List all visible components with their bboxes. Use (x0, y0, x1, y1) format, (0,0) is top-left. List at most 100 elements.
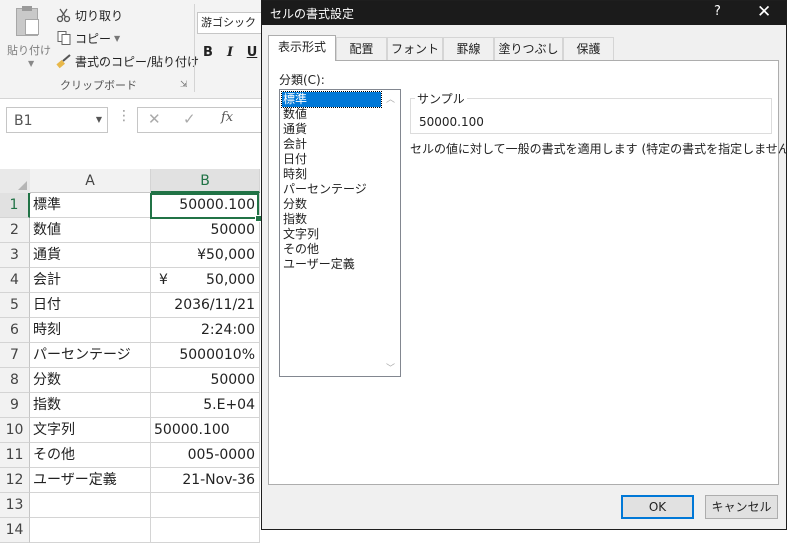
category-list[interactable]: 標準 数値 通貨 会計 日付 時刻 パーセンテージ 分数 指数 文字列 その他 ユーザー定義 ︿ ﹀ (279, 89, 401, 377)
cell-a[interactable]: 指数 (30, 393, 151, 418)
cancel-entry-icon[interactable]: ✕ (148, 110, 161, 128)
category-label: 分類(C): (279, 73, 325, 87)
chevron-down-icon[interactable]: ▼ (114, 34, 120, 43)
name-box[interactable]: B1 ▼ (6, 107, 108, 133)
cell-b[interactable] (151, 518, 260, 543)
tab-fill[interactable]: 塗りつぶし (494, 37, 563, 60)
insert-function-button[interactable]: fx (221, 110, 233, 125)
cell-a[interactable]: 分数 (30, 368, 151, 393)
category-item[interactable]: ユーザー定義 (282, 257, 381, 272)
cell-b[interactable] (151, 493, 260, 518)
cell-b[interactable]: ¥50,000 (151, 268, 260, 293)
cell-a[interactable]: 会計 (30, 268, 151, 293)
column-header-a[interactable]: A (30, 169, 151, 193)
scroll-down-icon[interactable]: ﹀ (386, 361, 395, 374)
cell-a[interactable] (30, 493, 151, 518)
cell-a[interactable]: ユーザー定義 (30, 468, 151, 493)
copy-icon (56, 30, 72, 46)
cell-b[interactable]: 50000.100 (151, 418, 260, 443)
cancel-button[interactable]: キャンセル (705, 495, 778, 519)
category-item[interactable]: パーセンテージ (282, 182, 381, 197)
cell-b[interactable]: 50000 (151, 218, 260, 243)
cell-b[interactable]: 2036/11/21 (151, 293, 260, 318)
cell-b[interactable]: 2:24:00 (151, 318, 260, 343)
cut-button[interactable]: 切り取り (56, 5, 123, 25)
ok-button[interactable]: OK (621, 495, 694, 519)
category-item[interactable]: 会計 (282, 137, 381, 152)
chevron-down-icon[interactable]: ▼ (96, 115, 102, 124)
row-header[interactable]: 5 (0, 293, 30, 318)
cell-a[interactable]: パーセンテージ (30, 343, 151, 368)
italic-button[interactable]: I (222, 45, 238, 60)
tab-alignment[interactable]: 配置 (336, 37, 387, 60)
ribbon-divider (194, 4, 195, 92)
paste-label: 貼り付け (7, 44, 51, 57)
row-header[interactable]: 1 (0, 193, 30, 218)
help-button[interactable]: ? (714, 4, 721, 19)
chevron-down-icon[interactable]: ▼ (28, 59, 34, 68)
category-item[interactable]: 分数 (282, 197, 381, 212)
check-icon[interactable]: ✓ (183, 110, 196, 128)
format-description: セルの値に対して一般の書式を適用します (特定の書式を指定しません)。 (410, 142, 787, 156)
row-header[interactable]: 2 (0, 218, 30, 243)
category-item[interactable]: その他 (282, 242, 381, 257)
cell-a[interactable]: その他 (30, 443, 151, 468)
list-scrollbar[interactable]: ︿ ﹀ (383, 90, 400, 376)
clipboard-group-label: クリップボード (60, 79, 137, 92)
underline-button[interactable]: U (244, 45, 260, 60)
row-header[interactable]: 13 (0, 493, 30, 518)
select-all-button[interactable] (0, 169, 31, 194)
cell-a[interactable]: 標準 (30, 193, 151, 218)
clipboard-icon (16, 6, 39, 36)
row-header[interactable]: 7 (0, 343, 30, 368)
category-item[interactable]: 通貨 (282, 122, 381, 137)
tab-number[interactable]: 表示形式 (268, 35, 336, 61)
scroll-up-icon[interactable]: ︿ (386, 92, 395, 105)
category-item[interactable]: 日付 (282, 152, 381, 167)
cell-a[interactable]: 時刻 (30, 318, 151, 343)
format-cells-dialog: セルの書式設定 ? ✕ 表示形式 配置 フォント 罫線 塗りつぶし 保護 分類(… (261, 0, 787, 530)
category-item[interactable]: 数値 (282, 107, 381, 122)
category-item[interactable]: 時刻 (282, 167, 381, 182)
cell-b[interactable]: 5000010% (151, 343, 260, 368)
scissors-icon (56, 7, 72, 23)
cell-a[interactable] (30, 518, 151, 543)
row-header[interactable]: 14 (0, 518, 30, 543)
row-header[interactable]: 4 (0, 268, 30, 293)
dialog-title: セルの書式設定 (270, 7, 355, 21)
cell-a[interactable]: 通貨 (30, 243, 151, 268)
row-header[interactable]: 9 (0, 393, 30, 418)
category-item[interactable]: 文字列 (282, 227, 381, 242)
category-item[interactable]: 標準 (281, 91, 382, 108)
row-header[interactable]: 10 (0, 418, 30, 443)
sample-label: サンプル (415, 90, 467, 107)
format-painter-button[interactable]: 書式のコピー/貼り付け (56, 51, 199, 71)
cell-b[interactable]: ¥50,000 (151, 243, 260, 268)
formula-bar-buttons: ✕ ✓ fx (137, 107, 251, 133)
cell-b[interactable]: 005-0000 (151, 443, 260, 468)
bold-button[interactable]: B (200, 45, 216, 60)
cell-b[interactable]: 50000 (151, 368, 260, 393)
tab-border[interactable]: 罫線 (443, 37, 494, 60)
dialog-title-bar[interactable]: セルの書式設定 ? ✕ (262, 1, 786, 25)
cell-b[interactable]: 21-Nov-36 (151, 468, 260, 493)
row-header[interactable]: 8 (0, 368, 30, 393)
paste-button[interactable]: 貼り付け ▼ (4, 4, 51, 68)
font-name-select[interactable]: 游ゴシック (197, 12, 264, 34)
category-item[interactable]: 指数 (282, 212, 381, 227)
tab-protection[interactable]: 保護 (563, 37, 614, 60)
dialog-launcher-icon[interactable]: ⇲ (180, 80, 188, 90)
cell-b[interactable]: 5.E+04 (151, 393, 260, 418)
column-header-b[interactable]: B (151, 169, 260, 193)
tab-font[interactable]: フォント (387, 37, 443, 60)
copy-button[interactable]: コピー ▼ (56, 28, 120, 48)
cell-a[interactable]: 数値 (30, 218, 151, 243)
row-header[interactable]: 6 (0, 318, 30, 343)
row-header[interactable]: 12 (0, 468, 30, 493)
close-icon[interactable]: ✕ (757, 2, 771, 22)
cell-a[interactable]: 文字列 (30, 418, 151, 443)
row-header[interactable]: 3 (0, 243, 30, 268)
row-header[interactable]: 11 (0, 443, 30, 468)
formula-bar-grip-icon[interactable]: ⋮ (117, 108, 131, 124)
cell-a[interactable]: 日付 (30, 293, 151, 318)
